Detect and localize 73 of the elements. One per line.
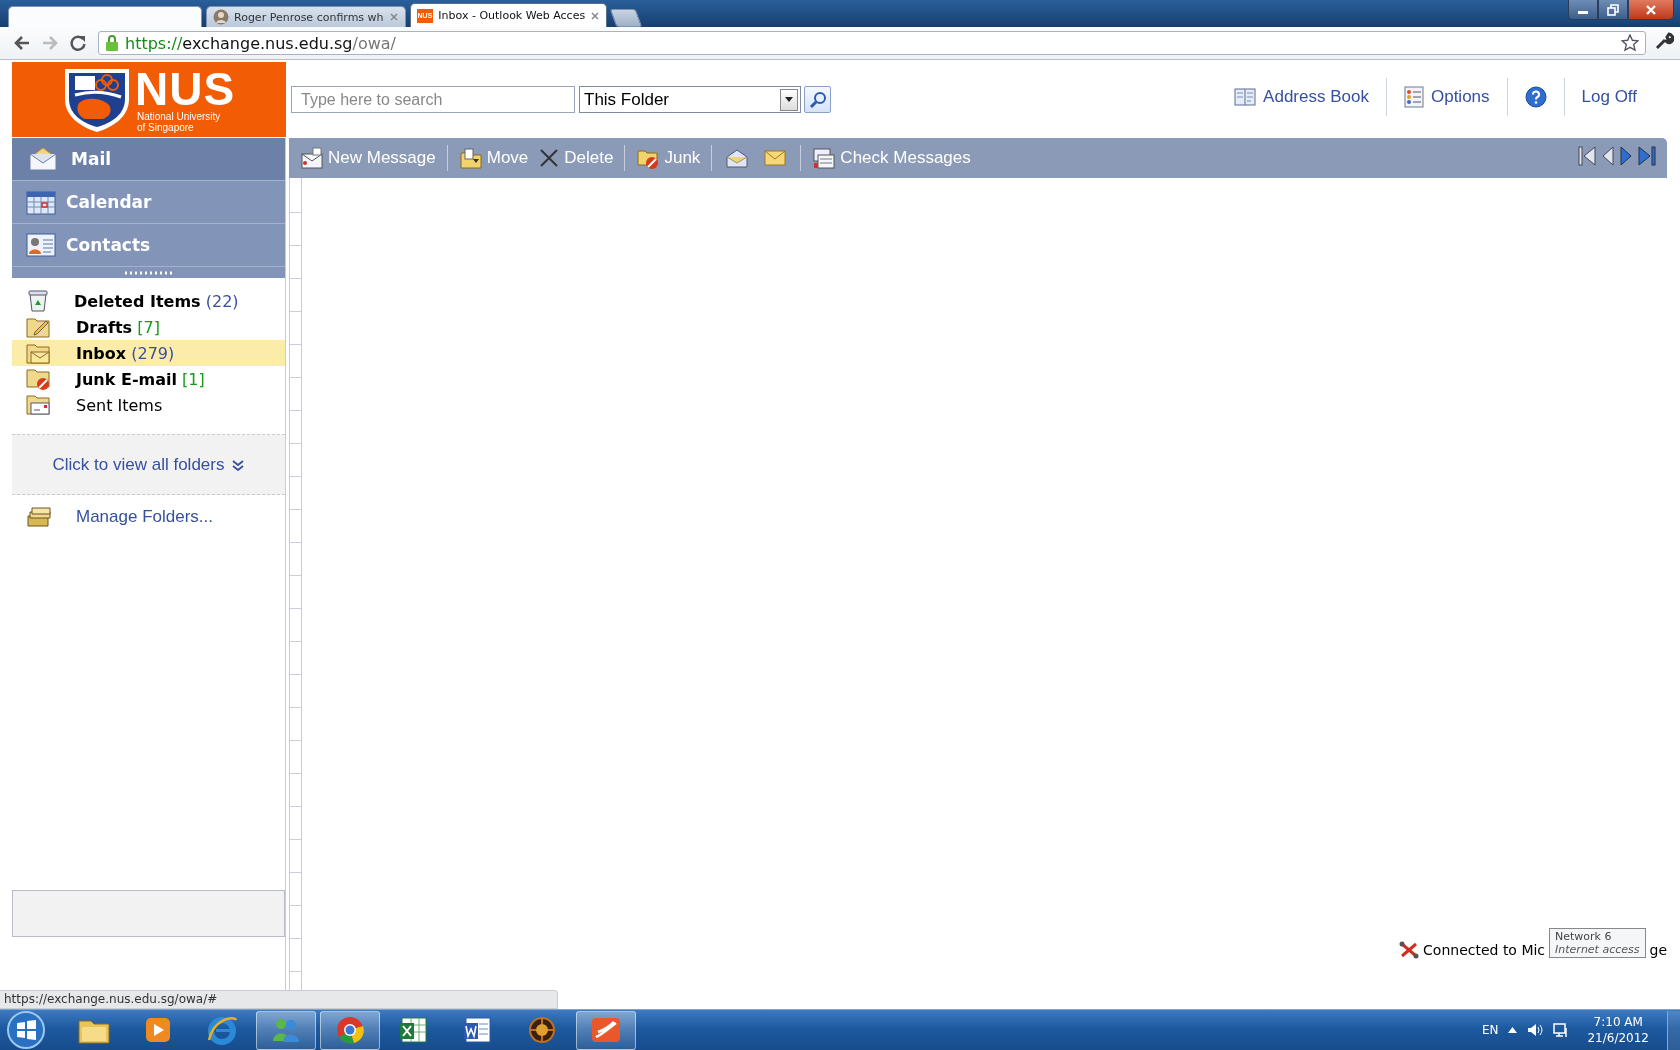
contact-card-icon[interactable] [26,232,56,258]
browser-e-icon[interactable] [206,1014,238,1046]
wrench-icon[interactable] [1654,31,1674,51]
close-button[interactable] [1628,0,1674,20]
browser-tab[interactable] [8,6,202,27]
calendar-icon[interactable] [26,189,56,215]
document-icon[interactable] [463,1015,493,1045]
folder-pencil-icon[interactable] [26,315,52,339]
clock[interactable]: 7:10 AM 21/6/2012 [1587,1014,1649,1046]
close-icon[interactable] [590,10,601,21]
speaker-icon[interactable] [1527,1023,1544,1037]
language-indicator[interactable]: EN [1481,1023,1499,1037]
folder-move-icon[interactable] [458,147,483,169]
lock-icon [105,34,119,52]
help-button[interactable] [1524,85,1547,108]
start-button[interactable] [6,1010,46,1050]
spreadsheet-icon[interactable] [399,1015,429,1045]
new-message-icon[interactable] [300,147,324,169]
avatar-icon [213,9,229,25]
delete-icon[interactable] [538,147,561,169]
folder-letter-icon[interactable] [26,393,52,417]
address-book-link[interactable]: Address Book [1234,86,1369,107]
search-icon [808,90,827,109]
close-icon[interactable] [388,12,399,22]
logo-text: NUS National University of Singapore [134,66,236,133]
folders-stack-icon[interactable] [26,506,52,528]
new-tab-button[interactable] [609,9,643,27]
double-chevron-icon[interactable] [232,458,245,471]
connection-status: ge [1649,942,1667,958]
folder-item[interactable]: Sent Items [76,395,163,415]
trash-can-icon[interactable] [26,289,50,313]
show-desktop-button[interactable] [1667,1010,1680,1050]
media-player-icon[interactable] [143,1015,173,1045]
search-field[interactable]: Type here to search [291,86,575,113]
folder-item[interactable]: Deleted Items (22) [74,291,239,311]
module-tab[interactable]: Mail [12,138,285,181]
scope-dropdown[interactable]: This Folder [579,86,801,113]
resize-grip-icon[interactable] [123,270,174,275]
check-messages-icon[interactable] [812,146,837,170]
options-link[interactable]: Options [1403,85,1490,108]
show-hidden-icons-icon[interactable] [1508,1027,1518,1033]
manage-folders-link[interactable]: Manage Folders... [76,507,213,527]
folder-blocked-icon[interactable] [26,367,52,391]
network-icon[interactable] [1553,1022,1570,1038]
network-tooltip: Network 6 Internet access [1549,928,1646,958]
restore-button[interactable] [1598,0,1628,20]
connection-status: Connected to Mic [1423,942,1546,958]
tab-title: Inbox - Outlook Web Acces [438,9,586,22]
folder-envelope-icon[interactable] [26,341,52,365]
minimize-button[interactable] [1568,0,1598,20]
reload-icon[interactable] [69,34,87,52]
url-text: https://exchange.nus.edu.sg/owa/ [125,33,397,53]
crest-drawing [62,66,131,133]
logoff-link[interactable]: Log Off [1581,86,1637,107]
address-bar[interactable]: https://exchange.nus.edu.sg/owa/ [98,31,1646,55]
next-page-icon[interactable] [1619,145,1633,167]
restore-icon[interactable] [1607,3,1619,16]
envelope-icon[interactable] [764,149,787,167]
status-url: https://exchange.nus.edu.sg/owa/# [4,992,218,1006]
envelope-icon[interactable] [29,147,57,171]
tab-title: Roger Penrose confirms wh [234,10,384,24]
folder-item[interactable]: Junk E-mail [1] [76,369,205,389]
folder-item[interactable]: Drafts [7] [76,317,160,337]
options-icon[interactable] [1403,85,1424,108]
open-envelope-icon[interactable] [726,148,749,168]
star-icon[interactable] [1621,34,1639,52]
connection-icon [1399,941,1420,959]
search-button[interactable] [804,86,831,113]
app-logo-icon[interactable] [590,1015,622,1045]
caret-icon [785,96,793,103]
browser-tab[interactable]: Roger Penrose confirms wh [206,6,406,27]
last-page-icon[interactable] [1637,145,1657,167]
back-icon[interactable] [13,34,31,52]
